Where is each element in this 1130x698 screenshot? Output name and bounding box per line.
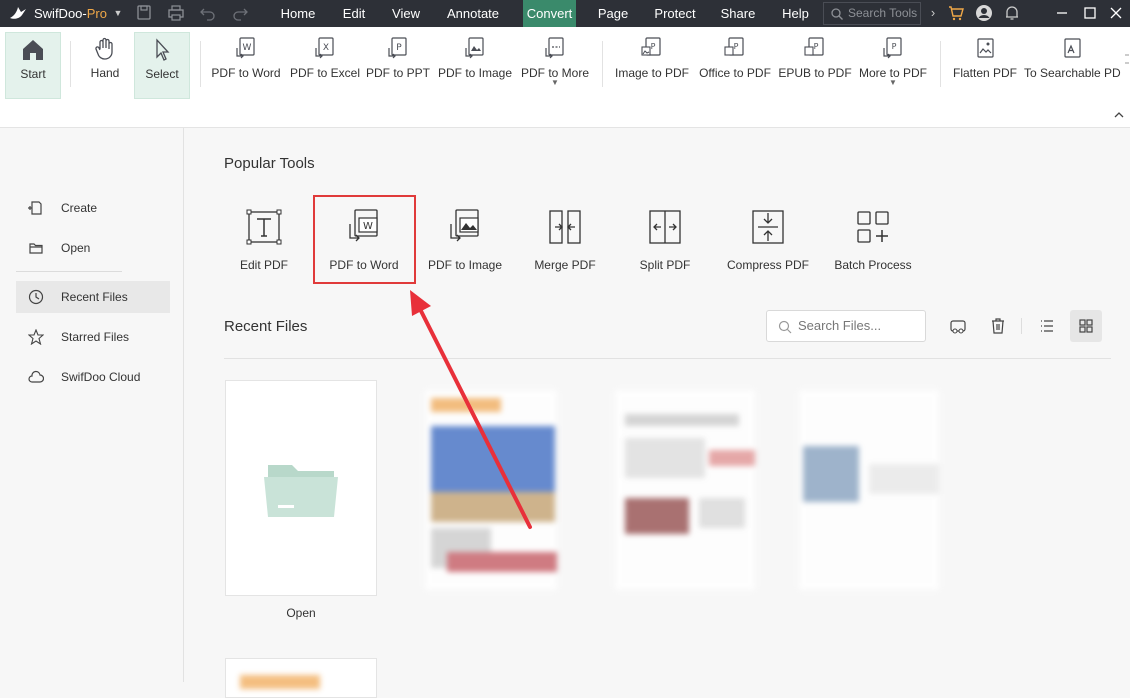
annotation-arrow-icon bbox=[410, 290, 532, 529]
